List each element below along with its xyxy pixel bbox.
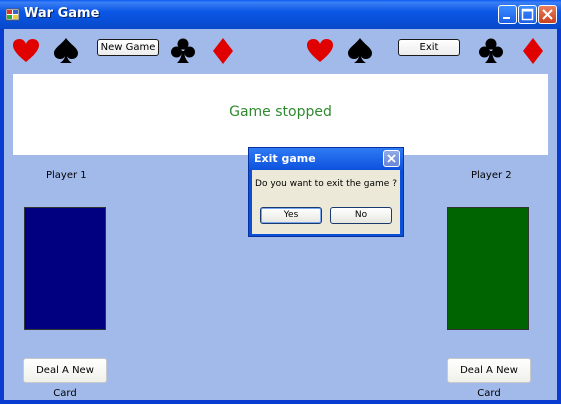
no-button[interactable]: No (330, 207, 392, 224)
player1-deal-button[interactable]: Deal A New Card (23, 358, 107, 399)
diamond-icon (523, 38, 543, 64)
status-panel: Game stopped (13, 74, 548, 155)
close-icon (542, 9, 553, 20)
dialog-message: Do you want to exit the game ? (255, 179, 397, 189)
new-game-button[interactable]: New Game (97, 39, 159, 56)
spade-icon (54, 38, 78, 63)
dialog-title: Exit game (254, 152, 316, 165)
yes-button[interactable]: Yes (260, 207, 322, 224)
spade-icon (348, 38, 372, 63)
close-button[interactable] (538, 5, 557, 24)
exit-button[interactable]: Exit (398, 39, 460, 56)
player1-label: Player 1 (46, 170, 87, 181)
club-icon (479, 38, 503, 63)
app-icon (5, 7, 20, 21)
window-title: War Game (24, 6, 100, 21)
player2-label: Player 2 (471, 170, 512, 181)
maximize-button[interactable] (518, 5, 537, 24)
heart-icon (13, 39, 39, 62)
exit-dialog: Exit game Do you want to exit the game ?… (248, 147, 404, 237)
dialog-body: Do you want to exit the game ? Yes No (252, 170, 400, 234)
close-icon (387, 154, 396, 163)
maximize-icon (521, 8, 534, 21)
club-icon (171, 38, 195, 63)
main-window: War Game New Game Exit Game stopped Play… (0, 0, 561, 404)
minimize-button[interactable] (498, 5, 517, 24)
player2-card (447, 207, 529, 330)
dialog-title-bar[interactable]: Exit game (249, 148, 403, 170)
minimize-icon (503, 17, 510, 19)
player2-deal-button[interactable]: Deal A New Card (447, 358, 531, 399)
heart-icon (307, 39, 333, 62)
dialog-close-button[interactable] (383, 150, 400, 167)
diamond-icon (213, 38, 233, 64)
player1-card (24, 207, 106, 330)
title-bar[interactable]: War Game (0, 0, 561, 29)
status-text: Game stopped (229, 104, 332, 120)
